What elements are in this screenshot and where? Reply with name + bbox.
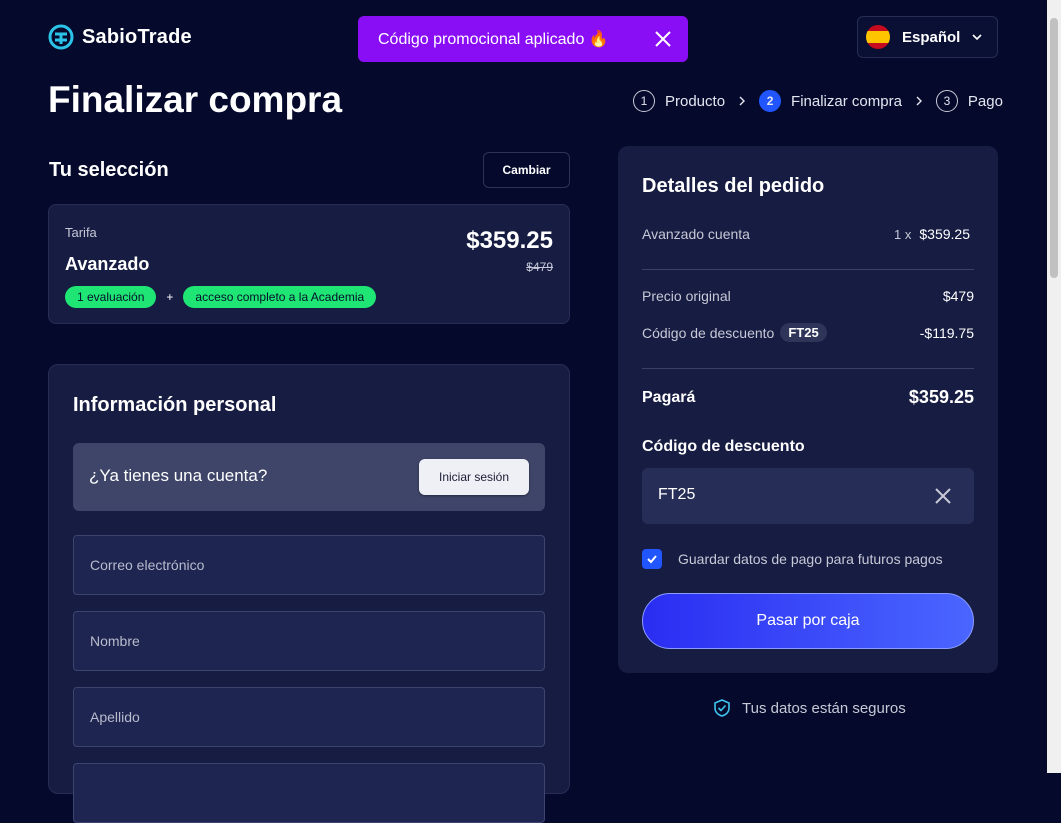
save-payment-checkbox[interactable] (642, 549, 662, 569)
account-question: ¿Ya tienes una cuenta? (89, 466, 268, 485)
last-name-field[interactable] (73, 687, 545, 747)
page-title: Finalizar compra (48, 79, 343, 120)
original-price-label: Precio original (642, 288, 731, 304)
total-value: $359.25 (908, 387, 974, 407)
checkout-steps: 1 Producto 2 Finalizar compra 3 Pago (633, 90, 1003, 112)
login-button[interactable]: Iniciar sesión (419, 459, 529, 495)
email-field[interactable] (73, 535, 545, 595)
brand-name: SabioTrade (82, 25, 192, 48)
personal-info-card: Información personal ¿Ya tienes una cuen… (48, 364, 570, 823)
brand-logo[interactable]: SabioTrade (48, 24, 192, 50)
tag-academy: acceso completo a la Academia (183, 286, 377, 308)
plan-card: Tarifa Avanzado $359.25 $479 1 evaluació… (48, 204, 570, 324)
plan-label: Tarifa (65, 225, 97, 240)
account-prompt: ¿Ya tienes una cuenta? Iniciar sesión (73, 443, 545, 511)
plan-price: $359.25 (466, 227, 553, 254)
tag-evaluation: 1 evaluación (65, 286, 157, 308)
discount-row: Código de descuento FT25 -$119.75 (642, 323, 974, 342)
chevron-right-icon (916, 96, 922, 106)
plus-sign: + (166, 290, 174, 304)
step-number: 1 (633, 90, 655, 112)
total-label: Pagará (642, 388, 696, 406)
personal-info-title: Información personal (73, 394, 277, 416)
chevron-right-icon (739, 96, 746, 106)
order-title: Detalles del pedido (642, 175, 825, 197)
shield-check-icon (714, 699, 730, 717)
divider (642, 368, 974, 369)
save-payment-label: Guardar datos de pago para futuros pagos (678, 551, 943, 567)
secure-text: Tus datos están seguros (742, 699, 906, 717)
order-details-card: Detalles del pedido Avanzado cuenta 1 x … (618, 146, 998, 673)
step-number-active: 2 (759, 90, 782, 112)
discount-code-title: Código de descuento (642, 438, 805, 455)
order-item-qty: 1 x (894, 226, 912, 242)
first-name-field[interactable] (73, 611, 545, 671)
scrollbar[interactable] (1047, 0, 1061, 773)
promo-toast: Código promocional aplicado 🔥 (358, 16, 688, 62)
step-label-product[interactable]: Producto (665, 93, 725, 110)
step-number: 3 (935, 90, 958, 112)
discount-value: -$119.75 (919, 324, 974, 341)
language-selector[interactable]: Español (857, 16, 998, 58)
order-item-row: Avanzado cuenta 1 x $359.25 (642, 226, 974, 242)
step-label-payment: Pago (967, 92, 1003, 110)
discount-label: Código de descuento (642, 324, 775, 341)
original-price-row: Precio original $479 (642, 288, 974, 304)
secure-notice: Tus datos están seguros (712, 698, 906, 718)
checkout-button[interactable]: Pasar por caja (642, 593, 974, 649)
close-icon[interactable] (652, 28, 674, 50)
total-row: Pagará $359.25 (642, 387, 974, 408)
scrollbar-thumb[interactable] (1050, 18, 1058, 278)
discount-code-badge: FT25 (780, 323, 827, 342)
next-field[interactable] (73, 763, 545, 823)
logo-icon (48, 24, 74, 50)
chevron-down-icon (972, 34, 982, 41)
order-item-name: Avanzado cuenta (642, 226, 750, 242)
change-button[interactable]: Cambiar (483, 152, 570, 188)
original-price-value: $479 (942, 288, 974, 304)
save-payment-option[interactable]: Guardar datos de pago para futuros pagos (642, 549, 943, 569)
spain-flag-icon (866, 25, 890, 49)
plan-old-price: $479 (526, 260, 553, 274)
plan-name: Avanzado (65, 254, 150, 274)
language-label: Español (902, 28, 961, 46)
selection-title: Tu selección (49, 159, 169, 181)
discount-code-value: FT25 (658, 486, 696, 503)
toast-text: Código promocional aplicado 🔥 (378, 31, 609, 48)
check-icon (647, 555, 657, 564)
plan-tags: 1 evaluación + acceso completo a la Acad… (65, 286, 377, 308)
discount-code-input[interactable]: FT25 (642, 468, 974, 524)
step-label-checkout: Finalizar compra (791, 92, 902, 110)
divider (642, 269, 974, 270)
order-item-price: $359.25 (919, 226, 970, 242)
close-icon[interactable] (934, 487, 952, 505)
